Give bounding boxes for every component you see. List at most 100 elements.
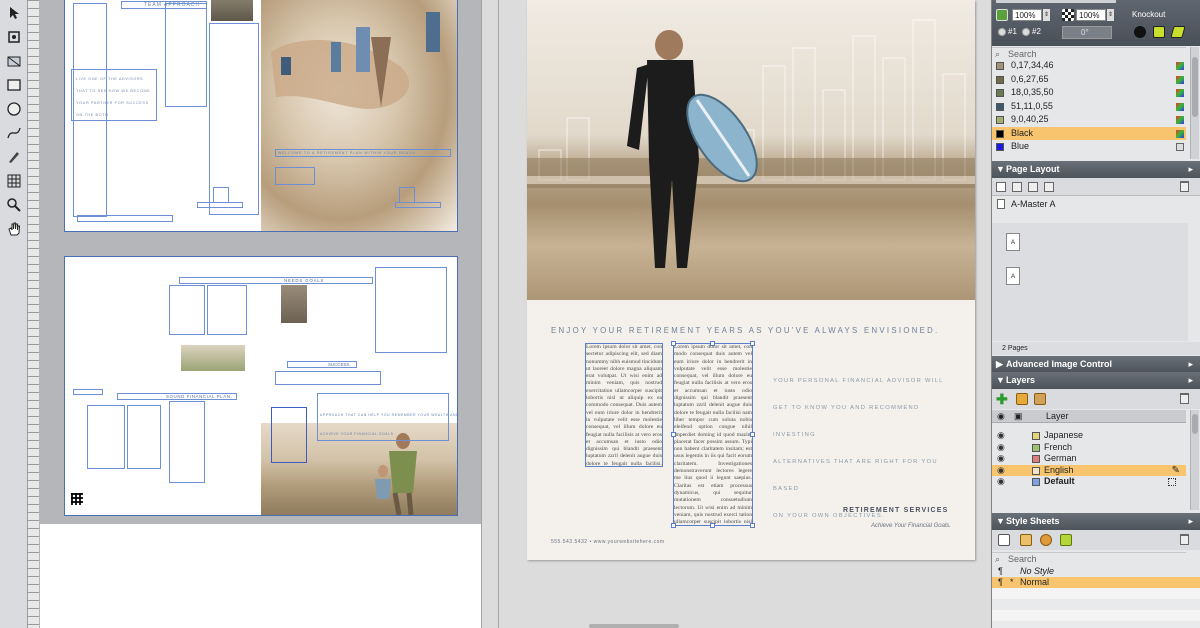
text-column[interactable]: [127, 405, 161, 469]
spread-top[interactable]: TEAM APPROACH LIVE ONE OF THE ADVISORS T…: [64, 0, 458, 232]
eye-icon[interactable]: ◉: [997, 453, 1005, 465]
radio-2[interactable]: [1022, 28, 1030, 36]
crop-icon[interactable]: [3, 50, 25, 72]
trash-icon[interactable]: [1180, 534, 1189, 545]
text-frame[interactable]: LIVE ONE OF THE ADVISORS THAT TO SEE HOW…: [71, 69, 157, 121]
document-page[interactable]: ENJOY YOUR RETIREMENT YEARS AS YOU'VE AL…: [527, 0, 975, 560]
new-page-icon[interactable]: [996, 182, 1006, 192]
horizontal-scrollbar[interactable]: [589, 624, 679, 628]
layer-row[interactable]: ◉ Japanese: [992, 430, 1186, 442]
contact-line[interactable]: 555.543.5432 • www.yourwebsitehere.com: [551, 539, 665, 545]
style-row-selected[interactable]: ¶ * Normal: [992, 577, 1200, 588]
text-frame[interactable]: [275, 371, 381, 385]
page-view-pane[interactable]: ENJOY YOUR RETIREMENT YEARS AS YOU'VE AL…: [499, 0, 991, 628]
pen-icon[interactable]: [3, 146, 25, 168]
text-column[interactable]: [207, 285, 247, 335]
text-column-2[interactable]: Lorem ipsum dolor sit amet, con modo con…: [674, 344, 752, 525]
text-frame[interactable]: [77, 215, 173, 222]
apply-master-icon[interactable]: [1044, 182, 1054, 192]
text-frame[interactable]: [197, 202, 243, 208]
palette-menu-icon[interactable]: ▸: [1188, 372, 1193, 389]
text-frame[interactable]: [275, 167, 315, 185]
eye-icon[interactable]: ◉: [997, 465, 1005, 477]
resize-handle[interactable]: [750, 432, 755, 437]
palette-menu-icon[interactable]: ▸: [1188, 161, 1193, 178]
style-sheets-header[interactable]: ▼Style Sheets ▸: [992, 513, 1200, 530]
text-frame[interactable]: NEEDS GOALS: [179, 277, 373, 284]
text-column[interactable]: [375, 267, 447, 353]
duplicate-page-icon[interactable]: [1028, 182, 1038, 192]
text-frame[interactable]: SOUND FINANCIAL PLAN.: [117, 393, 237, 400]
edit-style-icon[interactable]: [1020, 534, 1032, 546]
retirement-services-title[interactable]: RETIREMENT SERVICES: [843, 507, 949, 514]
layers-header[interactable]: ▼Layers ▸: [992, 372, 1200, 389]
resize-handle[interactable]: [671, 432, 676, 437]
split-divider[interactable]: [481, 0, 499, 628]
oval-icon[interactable]: [3, 98, 25, 120]
text-frame[interactable]: [395, 202, 441, 208]
selected-text-column[interactable]: [271, 407, 307, 463]
page-thumb-1[interactable]: A: [1006, 233, 1020, 251]
duplicate-style-icon[interactable]: [1040, 534, 1052, 546]
auto-trap-icon[interactable]: [1170, 26, 1186, 38]
palette-menu-icon[interactable]: ▸: [1188, 513, 1193, 530]
eye-icon[interactable]: ◉: [997, 442, 1005, 454]
table-icon[interactable]: [3, 170, 25, 192]
hand-icon[interactable]: [3, 218, 25, 240]
update-style-icon[interactable]: [1060, 534, 1072, 546]
text-frame[interactable]: [73, 389, 103, 395]
shade-field-2[interactable]: 100%: [1076, 9, 1106, 21]
spread-view-pane[interactable]: TEAM APPROACH LIVE ONE OF THE ADVISORS T…: [40, 0, 481, 628]
resize-handle[interactable]: [710, 523, 715, 528]
resize-handle[interactable]: [750, 341, 755, 346]
text-frame[interactable]: APPROACH THAT CAN HELP YOU REMEMBER YOUR…: [317, 393, 458, 441]
page-headline[interactable]: ENJOY YOUR RETIREMENT YEARS AS YOU'VE AL…: [551, 326, 971, 335]
overprint-icon[interactable]: [1153, 26, 1165, 38]
layer-row-selected[interactable]: ◉ English ✎: [992, 464, 1186, 477]
trash-icon[interactable]: [1180, 181, 1189, 192]
resize-handle[interactable]: [671, 523, 676, 528]
pointer-icon[interactable]: [3, 2, 25, 24]
swatch-row-selected[interactable]: Black: [992, 126, 1186, 140]
swatch-row[interactable]: 18,0,35,50: [992, 86, 1186, 100]
text-frame[interactable]: SUCCESS.: [287, 361, 357, 368]
logo-frame[interactable]: [213, 187, 229, 203]
shade-field-1[interactable]: 100%: [1012, 9, 1042, 21]
trash-icon[interactable]: [1180, 393, 1189, 404]
tagline[interactable]: Achieve Your Financial Goals.: [871, 523, 951, 529]
swatch-row[interactable]: 0,17,34,46: [992, 59, 1186, 73]
swatch-row[interactable]: 9,0,40,25: [992, 113, 1186, 127]
page-thumb-2[interactable]: A: [1006, 267, 1020, 285]
knockout-icon[interactable]: [1134, 26, 1146, 38]
shade-stepper-2[interactable]: ⇕: [1107, 9, 1114, 21]
facing-page-icon[interactable]: [1012, 182, 1022, 192]
fill-color-icon[interactable]: [996, 9, 1008, 21]
layer-row[interactable]: ◉ Default: [992, 476, 1186, 488]
style-row[interactable]: ¶ No Style: [992, 566, 1200, 577]
advanced-image-header[interactable]: ▶ Advanced Image Control ▸: [992, 356, 1200, 373]
zoom-icon[interactable]: [3, 194, 25, 216]
text-column[interactable]: [87, 405, 125, 469]
swatch-row[interactable]: 0,6,27,65: [992, 73, 1186, 87]
pattern-icon[interactable]: [1062, 9, 1074, 21]
shade-stepper-1[interactable]: ⇕: [1043, 9, 1050, 21]
layer-row[interactable]: ◉ German: [992, 453, 1186, 465]
spread-bottom[interactable]: NEEDS GOALS SUCCESS. SOUND FINANCIAL PLA…: [64, 256, 458, 516]
text-column[interactable]: [169, 401, 205, 483]
text-column[interactable]: [169, 285, 205, 335]
swatch-row[interactable]: 51,11,0,55: [992, 100, 1186, 114]
advisor-copy[interactable]: YOUR PERSONAL FINANCIAL ADVISOR WILL GET…: [773, 368, 963, 530]
text-column-1[interactable]: Lorem ipsum dolor sit amet, con sectetur…: [586, 344, 662, 466]
swatch-scrollbar[interactable]: [1190, 47, 1199, 159]
layer-row[interactable]: ◉ French: [992, 442, 1186, 454]
eye-icon[interactable]: ◉: [997, 476, 1005, 488]
palette-menu-icon[interactable]: ▸: [1188, 356, 1193, 373]
move-to-layer-icon[interactable]: [1016, 393, 1028, 405]
logo-frame[interactable]: [399, 187, 415, 203]
merge-layers-icon[interactable]: [1034, 393, 1046, 405]
angle-field[interactable]: 0°: [1062, 26, 1112, 39]
rectangle-icon[interactable]: [3, 74, 25, 96]
resize-handle[interactable]: [671, 341, 676, 346]
paragraph-style-icon[interactable]: [998, 534, 1010, 546]
new-layer-icon[interactable]: ✚: [996, 392, 1008, 406]
